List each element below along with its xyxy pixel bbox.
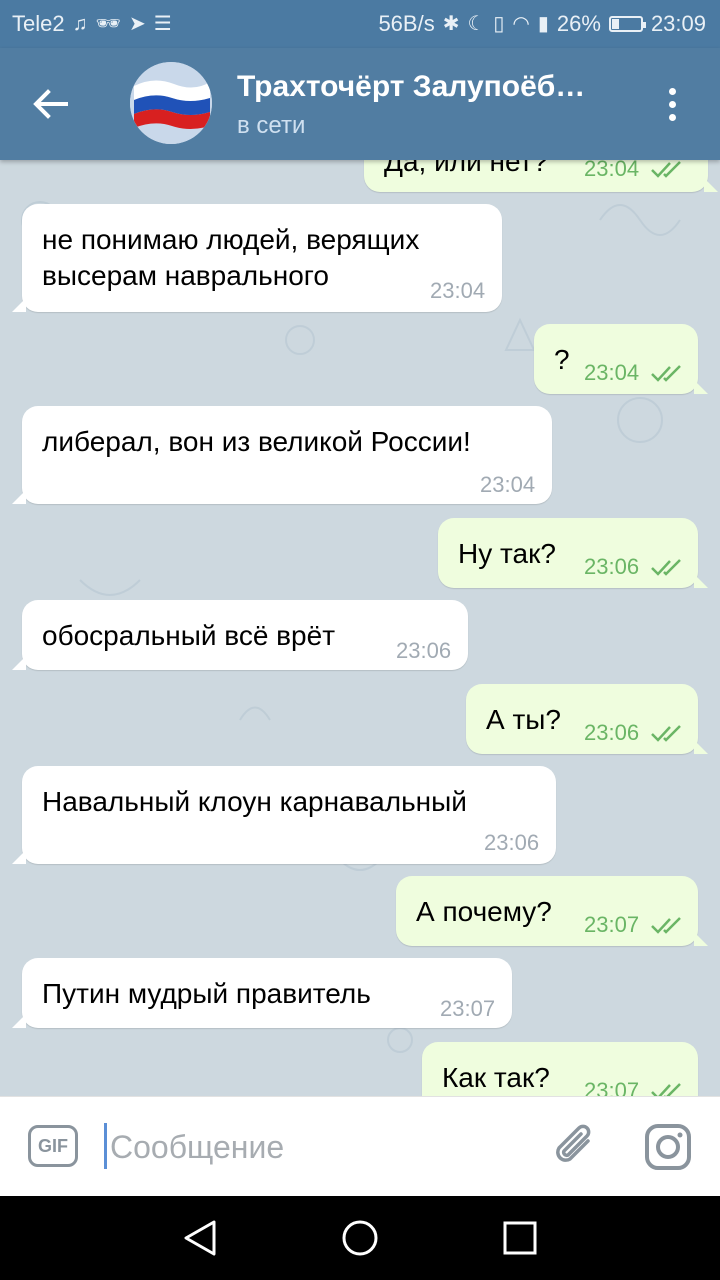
- message-text: Как так?: [442, 1062, 550, 1093]
- music-icon: ♫: [72, 13, 88, 35]
- message-time: 23:07: [440, 996, 496, 1021]
- compose-bar: GIF: [0, 1096, 720, 1197]
- message-time: 23:04: [584, 360, 640, 385]
- camera-icon: [645, 1124, 691, 1170]
- message-text: Да, или нет?: [384, 160, 548, 177]
- battery-percent: 26%: [556, 11, 601, 36]
- message-text: либерал, вон из великой России!: [42, 426, 471, 457]
- arrow-left-icon: [33, 89, 68, 119]
- double-check-icon: [651, 161, 681, 178]
- double-check-icon: [651, 725, 681, 742]
- incoming-message[interactable]: Путин мудрый правитель: [12, 958, 512, 1028]
- message-time: 23:06: [484, 830, 540, 855]
- camera-button[interactable]: [642, 1121, 694, 1173]
- message-time: 23:06: [584, 720, 640, 745]
- message-input[interactable]: [108, 1117, 532, 1177]
- more-menu-button[interactable]: [650, 76, 694, 132]
- incoming-message[interactable]: либерал, вон из великой России!: [12, 406, 552, 504]
- message-time: 23:04: [430, 278, 486, 303]
- nav-home-button[interactable]: [336, 1216, 384, 1260]
- double-check-icon: [651, 1083, 681, 1096]
- message-time: 23:04: [584, 160, 640, 181]
- bluetooth-icon: ✱: [442, 13, 460, 35]
- message-text: Навальный клоун карнавальный: [42, 786, 467, 817]
- attach-button[interactable]: [552, 1121, 600, 1171]
- message-time: 23:07: [584, 1078, 640, 1096]
- avatar[interactable]: [130, 62, 212, 144]
- message-time: 23:06: [584, 554, 640, 579]
- telegram-icon: ➤: [128, 13, 146, 35]
- triangle-back-icon: [184, 1220, 216, 1256]
- chat-header: Трахточёрт Залупоёб… в сети: [0, 48, 720, 160]
- message-text: Ну так?: [458, 538, 556, 569]
- storage-icon: ☰: [153, 13, 172, 35]
- russian-flag-icon: [130, 62, 212, 144]
- battery-icon: [608, 16, 646, 32]
- nav-back-button[interactable]: [176, 1216, 224, 1260]
- double-check-icon: [651, 365, 681, 382]
- clock: 23:09: [650, 11, 706, 36]
- message-text: не понимаю людей, верящих высерам наврал…: [42, 224, 420, 291]
- square-recents-icon: [503, 1221, 537, 1255]
- message-time: 23:07: [584, 912, 640, 937]
- moon-icon: ☾: [467, 13, 486, 35]
- text-caret: [104, 1123, 107, 1169]
- paperclip-icon: [556, 1124, 591, 1162]
- double-check-icon: [651, 559, 681, 576]
- system-nav-bar: [0, 1196, 720, 1280]
- double-check-icon: [651, 917, 681, 934]
- nav-recents-button[interactable]: [496, 1216, 544, 1260]
- incognito-icon: 🕶: [95, 13, 121, 35]
- wifi-icon: ◠: [512, 13, 530, 35]
- back-button[interactable]: [22, 78, 78, 130]
- more-vertical-icon: [668, 87, 676, 95]
- online-status: в сети: [237, 112, 306, 139]
- net-speed-label: 56B/s: [378, 11, 435, 36]
- circle-home-icon: [342, 1220, 378, 1256]
- message-text: обосральный всё врёт: [42, 620, 336, 651]
- message-time: 23:04: [480, 472, 536, 497]
- message-list[interactable]: Да, или нет? 23:04 не понимаю людей, верящ…: [0, 160, 720, 1096]
- signal-icon: ▮: [537, 13, 549, 35]
- status-bar: Tele2 ♫ 🕶 ➤ ☰ 56B/s ✱ ☾ ▯ ◠ ▮ 26% 23:09: [0, 0, 720, 48]
- gif-label: GIF: [38, 1135, 68, 1156]
- gif-button[interactable]: GIF: [28, 1125, 78, 1167]
- message-text: Путин мудрый правитель: [42, 978, 371, 1009]
- message-time: 23:06: [396, 638, 452, 663]
- vibrate-icon: ▯: [493, 13, 505, 35]
- chat-title[interactable]: Трахточёрт Залупоёб…: [237, 70, 637, 104]
- incoming-message[interactable]: Навальный клоун карнавальный: [12, 766, 556, 864]
- carrier-label: Tele2: [12, 11, 65, 36]
